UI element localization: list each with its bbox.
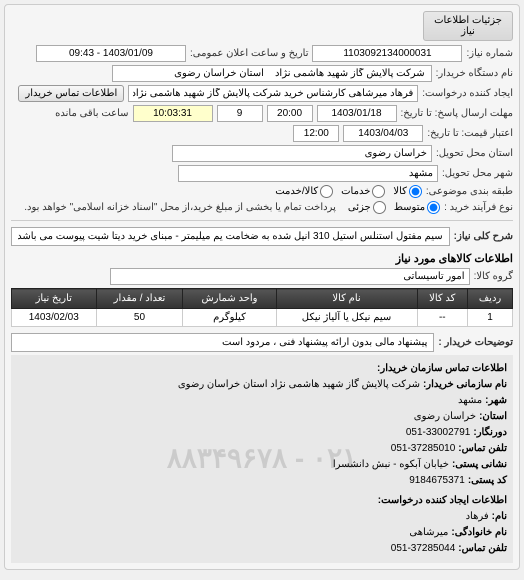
cell-name: سیم نیکل یا آلیاژ نیکل: [276, 309, 417, 327]
province-field[interactable]: [172, 145, 432, 162]
buyer-org-label: نام دستگاه خریدار:: [436, 68, 513, 79]
radio-small[interactable]: جزئی: [348, 201, 386, 214]
org-label: نام سازمانی خریدار:: [423, 377, 507, 393]
contact-box: ۰۲۱ - ۸۸۳۴۹۶۷۸ اطلاعات تماس سازمان خریدا…: [11, 355, 513, 563]
fax-value: 051-33002791: [406, 425, 471, 441]
buyer-org-field[interactable]: [112, 65, 432, 82]
goods-table: ردیف کد کالا نام کالا واحد شمارش تعداد /…: [11, 288, 513, 327]
zip-value: 9184675371: [409, 473, 465, 489]
buyer-contact-button[interactable]: اطلاعات تماس خریدار: [18, 85, 124, 102]
need-title-label: شرح کلی نیاز:: [454, 231, 513, 242]
buy-note: پرداخت تمام یا بخشی از مبلغ خرید،از محل …: [24, 202, 336, 213]
city-label: شهر محل تحویل:: [442, 168, 513, 179]
cprov-label: استان:: [479, 409, 507, 425]
name-label: نام:: [492, 509, 507, 525]
deadline-date-field[interactable]: [317, 105, 397, 122]
lname-value: میرشاهی: [409, 525, 448, 541]
zip-label: کد پستی:: [468, 473, 507, 489]
lname-label: نام خانوادگی:: [451, 525, 507, 541]
rtel-value: 051-37285044: [391, 541, 456, 557]
cell-idx: 1: [468, 309, 513, 327]
panel-title: جزئیات اطلاعات نیاز: [423, 11, 513, 41]
group-label: گروه کالا:: [474, 271, 513, 282]
tel-label: تلفن تماس:: [458, 441, 507, 457]
requester-field[interactable]: [128, 85, 418, 102]
radio-mid[interactable]: متوسط: [394, 201, 440, 214]
radio-khadamat[interactable]: خدمات: [341, 185, 385, 198]
cell-unit: کیلوگرم: [183, 309, 276, 327]
th-qty: تعداد / مقدار: [96, 289, 183, 309]
validity-time-field[interactable]: [293, 125, 339, 142]
announce-label: تاریخ و ساعت اعلان عمومی:: [190, 48, 309, 59]
contact-section-title: اطلاعات تماس سازمان خریدار:: [17, 361, 507, 377]
cell-code: --: [417, 309, 468, 327]
org-value: شرکت پالایش گاز شهید هاشمی نژاد استان خر…: [178, 377, 420, 393]
announce-field[interactable]: [36, 45, 186, 62]
buy-type-label: نوع فرآیند خرید :: [444, 202, 513, 213]
postal-label: نشانی پستی:: [452, 457, 507, 473]
ccity-value: مشهد: [458, 393, 482, 409]
ccity-label: شهر:: [485, 393, 507, 409]
table-row[interactable]: 1 -- سیم نیکل یا آلیاژ نیکل کیلوگرم 50 1…: [12, 309, 513, 327]
remain-time-field: [133, 105, 213, 122]
cell-qty: 50: [96, 309, 183, 327]
radio-both[interactable]: کالا/خدمت: [275, 185, 333, 198]
need-title-field[interactable]: [11, 227, 450, 246]
validity-label: اعتبار قیمت: تا تاریخ:: [427, 128, 513, 139]
th-code: کد کالا: [417, 289, 468, 309]
th-idx: ردیف: [468, 289, 513, 309]
th-unit: واحد شمارش: [183, 289, 276, 309]
remain-days-field: [217, 105, 263, 122]
deadline-label: مهلت ارسال پاسخ: تا تاریخ:: [401, 108, 513, 119]
requester-label: ایجاد کننده درخواست:: [422, 88, 513, 99]
need-no-field[interactable]: [312, 45, 462, 62]
cell-date: 1403/02/03: [12, 309, 97, 327]
cprov-value: خراسان رضوی: [414, 409, 476, 425]
th-date: تاریخ نیاز: [12, 289, 97, 309]
table-header-row: ردیف کد کالا نام کالا واحد شمارش تعداد /…: [12, 289, 513, 309]
remain-label: ساعت باقی مانده: [55, 108, 128, 119]
city-field[interactable]: [178, 165, 438, 182]
notes-label: توضیحات خریدار :: [438, 337, 513, 348]
postal-value: خیابان آبکوه - نبش دانشسرا: [333, 457, 449, 473]
group-field[interactable]: [110, 268, 470, 285]
fax-label: دورنگار:: [473, 425, 507, 441]
name-value: فرهاد: [466, 509, 489, 525]
radio-kala[interactable]: کالا: [393, 185, 422, 198]
need-no-label: شماره نیاز:: [466, 48, 513, 59]
subject-type-group: کالا خدمات کالا/خدمت: [275, 185, 422, 198]
req-section-title: اطلاعات ایجاد کننده درخواست:: [17, 493, 507, 509]
goods-section-title: اطلاعات کالاهای مورد نیاز: [11, 252, 513, 265]
notes-field[interactable]: [11, 333, 434, 352]
th-name: نام کالا: [276, 289, 417, 309]
subject-type-label: طبقه بندی موضوعی:: [426, 186, 513, 197]
deadline-time-field[interactable]: [267, 105, 313, 122]
need-details-panel: جزئیات اطلاعات نیاز شماره نیاز: تاریخ و …: [4, 4, 520, 570]
province-label: استان محل تحویل:: [436, 148, 513, 159]
buy-type-group: متوسط جزئی: [348, 201, 440, 214]
tel-value: 051-37285010: [391, 441, 456, 457]
validity-date-field[interactable]: [343, 125, 423, 142]
rtel-label: تلفن تماس:: [458, 541, 507, 557]
